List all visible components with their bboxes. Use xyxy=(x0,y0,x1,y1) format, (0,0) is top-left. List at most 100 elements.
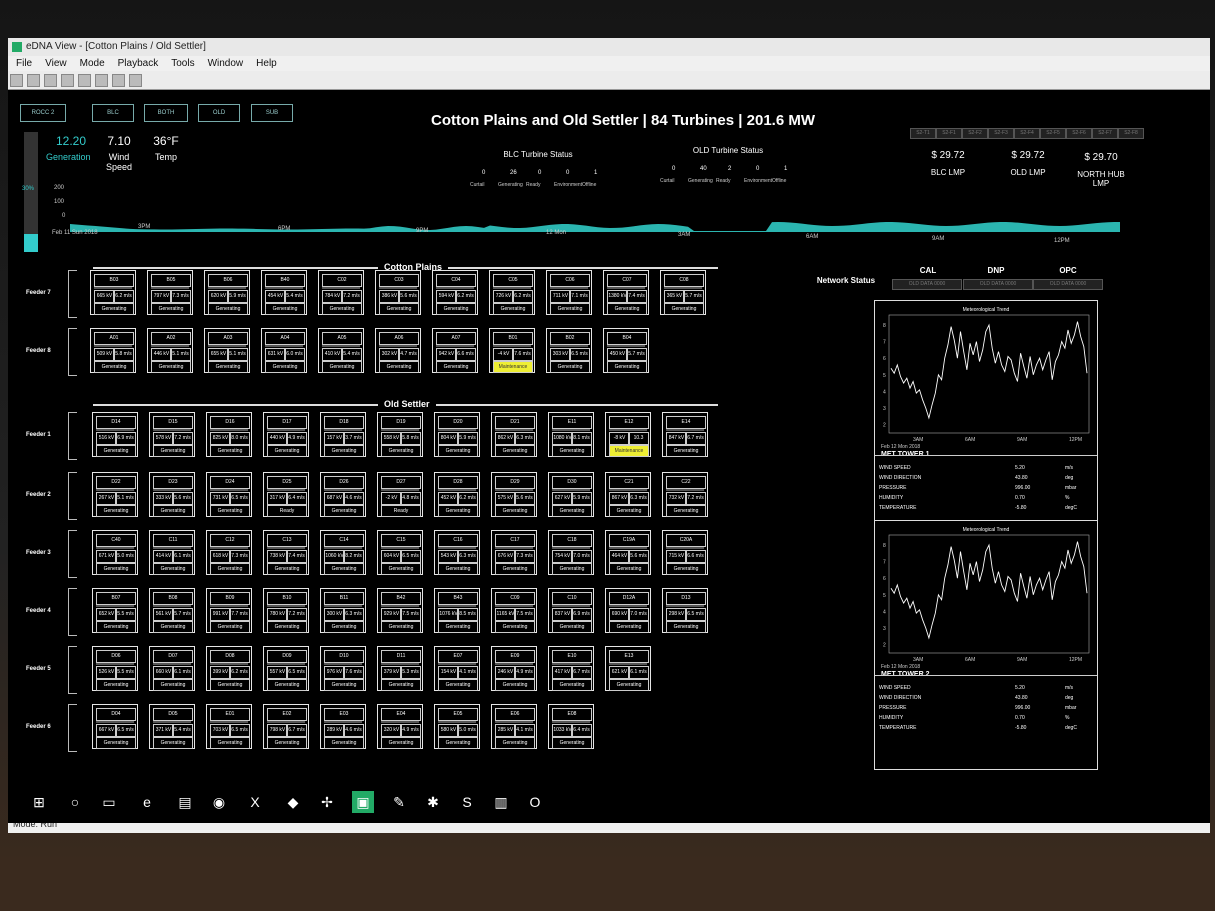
turbine-card[interactable]: D23 333 kV 5.6 m/s Generating xyxy=(149,472,195,517)
turbine-card[interactable]: D17 440 kV 4.9 m/s Generating xyxy=(263,412,309,457)
turbine-card[interactable]: C12 618 kV 7.3 m/s Generating xyxy=(206,530,252,575)
turbine-card[interactable]: C19A 464 kV 5.6 m/s Generating xyxy=(605,530,651,575)
turbine-card[interactable]: B43 1076 kV 8.5 m/s Generating xyxy=(434,588,480,633)
turbine-card[interactable]: D20 804 kV 5.9 m/s Generating xyxy=(434,412,480,457)
turbine-card[interactable]: A05 410 kV 5.4 m/s Generating xyxy=(318,328,364,373)
turbine-card[interactable]: C02 784 kV 7.2 m/s Generating xyxy=(318,270,364,315)
turbine-card[interactable]: B06 620 kV 5.9 m/s Generating xyxy=(204,270,250,315)
turbine-card[interactable]: D08 399 kV 6.2 m/s Generating xyxy=(206,646,252,691)
menu-help[interactable]: Help xyxy=(256,58,277,69)
save-icon[interactable] xyxy=(44,74,57,87)
lmp-tab-s2-f4[interactable]: S2-F4 xyxy=(1014,128,1040,139)
lmp-tab-s2-f3[interactable]: S2-F3 xyxy=(988,128,1014,139)
turbine-card[interactable]: E10 417 kV 6.7 m/s Generating xyxy=(548,646,594,691)
menu-window[interactable]: Window xyxy=(208,58,244,69)
cut-icon[interactable] xyxy=(61,74,74,87)
turbine-card[interactable]: C05 726 kV 6.2 m/s Generating xyxy=(489,270,535,315)
turbine-card[interactable]: E14 847 kV 6.7 m/s Generating xyxy=(662,412,708,457)
edge-icon[interactable]: e xyxy=(136,791,158,813)
turbine-card[interactable]: D18 157 kV 3.7 m/s Generating xyxy=(320,412,366,457)
turbine-card[interactable]: C09 1165 kV 7.5 m/s Generating xyxy=(491,588,537,633)
turbine-card[interactable]: B01 -4 kV 7.6 m/s Maintenance xyxy=(489,328,535,373)
turbine-card[interactable]: C13 738 kV 7.4 m/s Generating xyxy=(263,530,309,575)
nav-both-button[interactable]: BOTH xyxy=(144,104,188,122)
turbine-card[interactable]: C06 711 kV 7.1 m/s Generating xyxy=(546,270,592,315)
turbine-card[interactable]: D13 298 kV 6.5 m/s Generating xyxy=(662,588,708,633)
lmp-tab-s2-t1[interactable]: S2-T1 xyxy=(910,128,936,139)
turbine-card[interactable]: B08 561 kV 5.7 m/s Generating xyxy=(149,588,195,633)
turbine-card[interactable]: E02 798 kV 6.7 m/s Generating xyxy=(263,704,309,749)
turbine-card[interactable]: C40 671 kV 5.0 m/s Generating xyxy=(92,530,138,575)
turbine-card[interactable]: D15 578 kV 7.2 m/s Generating xyxy=(149,412,195,457)
turbine-card[interactable]: D24 731 kV 6.5 m/s Generating xyxy=(206,472,252,517)
turbine-card[interactable]: D11 379 kV 5.3 m/s Generating xyxy=(377,646,423,691)
turbine-card[interactable]: C03 386 kV 5.6 m/s Generating xyxy=(375,270,421,315)
app-icon[interactable]: ◆ xyxy=(282,791,304,813)
lmp-tab-s2-f1[interactable]: S2-F1 xyxy=(936,128,962,139)
lmp-tab-s2-f8[interactable]: S2-F8 xyxy=(1118,128,1144,139)
turbine-card[interactable]: C22 732 kV 7.2 m/s Generating xyxy=(662,472,708,517)
turbine-card[interactable]: D25 317 kV 6.4 m/s Ready xyxy=(263,472,309,517)
turbine-card[interactable]: D04 667 kV 6.5 m/s Generating xyxy=(92,704,138,749)
open-icon[interactable] xyxy=(27,74,40,87)
windows-icon[interactable]: ⊞ xyxy=(28,791,50,813)
notepad-icon[interactable]: ▥ xyxy=(490,791,512,813)
turbine-card[interactable]: B40 454 kV 5.4 m/s Generating xyxy=(261,270,307,315)
turbine-card[interactable]: C04 594 kV 6.2 m/s Generating xyxy=(432,270,478,315)
turbine-card[interactable]: D21 862 kV 6.3 m/s Generating xyxy=(491,412,537,457)
turbine-card[interactable]: D12A 690 kV 7.0 m/s Generating xyxy=(605,588,651,633)
turbine-card[interactable]: D10 976 kV 7.6 m/s Generating xyxy=(320,646,366,691)
turbine-card[interactable]: E04 320 kV 4.9 m/s Generating xyxy=(377,704,423,749)
turbine-card[interactable]: A04 631 kV 6.0 m/s Generating xyxy=(261,328,307,373)
turbine-card[interactable]: C16 543 kV 6.3 m/s Generating xyxy=(434,530,480,575)
turbine-card[interactable]: B11 300 kV 6.3 m/s Generating xyxy=(320,588,366,633)
turbine-card[interactable]: B09 991 kV 7.7 m/s Generating xyxy=(206,588,252,633)
turbine-card[interactable]: D22 267 kV 5.1 m/s Generating xyxy=(92,472,138,517)
turbine-card[interactable]: B04 450 kV 5.7 m/s Generating xyxy=(603,328,649,373)
turbine-card[interactable]: D05 371 kV 5.4 m/s Generating xyxy=(149,704,195,749)
lmp-tab-s2-f5[interactable]: S2-F5 xyxy=(1040,128,1066,139)
turbine-card[interactable]: A06 302 kV 4.7 m/s Generating xyxy=(375,328,421,373)
turbine-card[interactable]: A01 509 kV 5.8 m/s Generating xyxy=(90,328,136,373)
turbine-card[interactable]: E12 -8 kV10.3 m/sMaintenance xyxy=(605,412,651,457)
turbine-card[interactable]: E13 621 kV 6.1 m/s Generating xyxy=(605,646,651,691)
turbine-card[interactable]: D28 452 kV 6.2 m/s Generating xyxy=(434,472,480,517)
turbine-card[interactable]: D30 627 kV 5.9 m/s Generating xyxy=(548,472,594,517)
edna-icon[interactable]: ▣ xyxy=(352,791,374,813)
nav-old-button[interactable]: OLD xyxy=(198,104,240,122)
turbine-card[interactable]: B03 665 kV 6.2 m/s Generating xyxy=(90,270,136,315)
print-icon[interactable] xyxy=(112,74,125,87)
turbine-card[interactable]: D06 526 kV 5.5 m/s Generating xyxy=(92,646,138,691)
turbine-card[interactable]: E09 246 kV 4.9 m/s Generating xyxy=(491,646,537,691)
turbine-card[interactable]: C08 365 kV 5.7 m/s Generating xyxy=(660,270,706,315)
menu-view[interactable]: View xyxy=(45,58,67,69)
outlook-icon[interactable]: O xyxy=(524,791,546,813)
turbine-card[interactable]: C18 754 kV 7.0 m/s Generating xyxy=(548,530,594,575)
turbine-card[interactable]: C21 867 kV 6.3 m/s Generating xyxy=(605,472,651,517)
turbine-card[interactable]: E01 703 kV 6.5 m/s Generating xyxy=(206,704,252,749)
turbine-card[interactable]: E05 580 kV 5.0 m/s Generating xyxy=(434,704,480,749)
task-view-icon[interactable]: ▭ xyxy=(98,791,120,813)
copy-icon[interactable] xyxy=(78,74,91,87)
turbine-card[interactable]: A02 446 kV 5.1 m/s Generating xyxy=(147,328,193,373)
turbine-card[interactable]: B42 929 kV 7.5 m/s Generating xyxy=(377,588,423,633)
turbine-card[interactable]: D19 558 kV 5.8 m/s Generating xyxy=(377,412,423,457)
nav-blc-button[interactable]: BLC xyxy=(92,104,134,122)
explorer-icon[interactable]: ▤ xyxy=(174,791,196,813)
turbine-card[interactable]: A03 655 kV 5.1 m/s Generating xyxy=(204,328,250,373)
turbine-card[interactable]: D07 660 kV 6.1 m/s Generating xyxy=(149,646,195,691)
turbine-card[interactable]: B05 797 kV 7.3 m/s Generating xyxy=(147,270,193,315)
menu-tools[interactable]: Tools xyxy=(171,58,194,69)
menu-playback[interactable]: Playback xyxy=(118,58,159,69)
turbine-card[interactable]: E06 285 kV 4.1 m/s Generating xyxy=(491,704,537,749)
turbine-card[interactable]: C07 1380 kV 7.4 m/s Generating xyxy=(603,270,649,315)
skype-icon[interactable]: S xyxy=(456,791,478,813)
turbine-card[interactable]: C14 1060 kV 8.2 m/s Generating xyxy=(320,530,366,575)
chrome-icon[interactable]: ◉ xyxy=(208,791,230,813)
turbine-icon[interactable]: ✢ xyxy=(316,791,338,813)
turbine-card[interactable]: C10 837 kV 6.9 m/s Generating xyxy=(548,588,594,633)
help-icon[interactable] xyxy=(129,74,142,87)
turbine-card[interactable]: A07 942 kV 6.6 m/s Generating xyxy=(432,328,478,373)
turbine-card[interactable]: B07 652 kV 5.5 m/s Generating xyxy=(92,588,138,633)
turbine-card[interactable]: D14 516 kV 6.9 m/s Generating xyxy=(92,412,138,457)
